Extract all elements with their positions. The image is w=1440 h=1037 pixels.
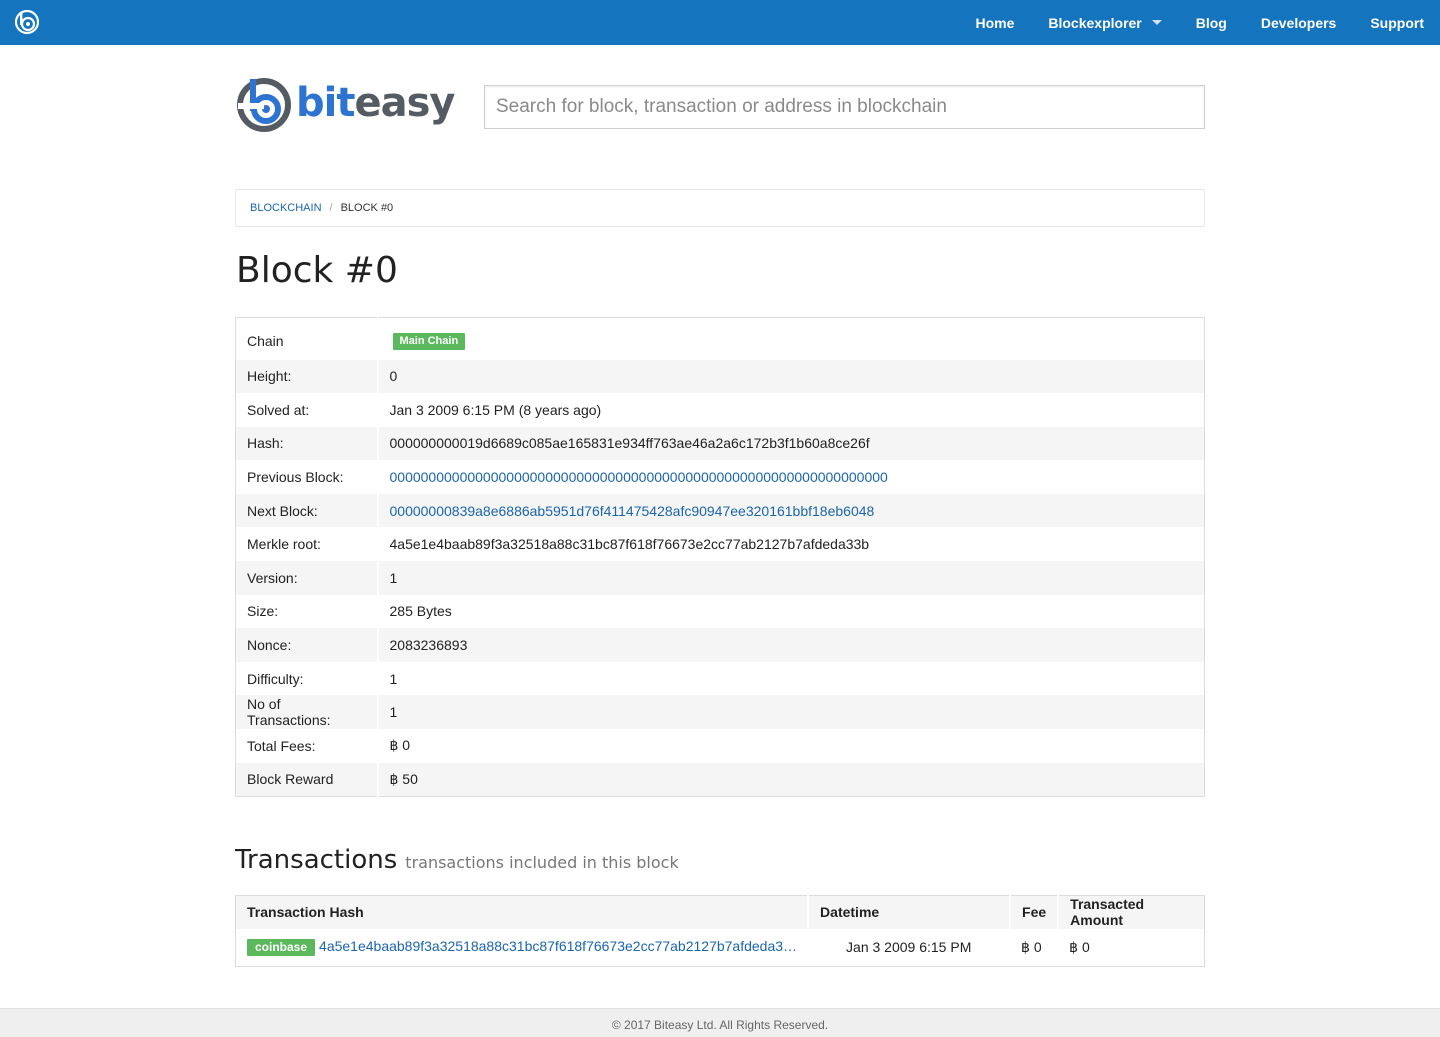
row-label: Chain bbox=[247, 332, 284, 349]
breadcrumb-current: BLOCK #0 bbox=[340, 202, 394, 214]
row-label: Previous Block: bbox=[247, 469, 344, 486]
row-merkle-root: Merkle root: 4a5e1e4baab89f3a32518a88c31b… bbox=[236, 527, 1205, 562]
brand-logo[interactable]: biteasy bbox=[236, 72, 455, 134]
footer-copyright: © 2017 Biteasy Ltd. All Rights Reserved. bbox=[611, 1018, 829, 1032]
tx-amount: ฿ 0 bbox=[1069, 938, 1090, 955]
top-navbar: Home Blockexplorer Blog Developers Suppo… bbox=[0, 0, 1440, 45]
tx-hash-link[interactable]: 4a5e1e4baab89f3a32518a88c31bc87f618f7667… bbox=[319, 938, 797, 954]
nav-home[interactable]: Home bbox=[975, 15, 1014, 31]
row-label: Merkle root: bbox=[247, 536, 321, 553]
nav-developers[interactable]: Developers bbox=[1261, 15, 1336, 31]
row-hash: Hash: 000000000019d6689c085ae165831e934ff… bbox=[235, 426, 1205, 461]
transactions-heading: Transactions transactions included in th… bbox=[235, 845, 679, 875]
coinbase-badge: coinbase bbox=[247, 939, 316, 957]
breadcrumb: BLOCKCHAIN / BLOCK #0 bbox=[235, 189, 1205, 227]
row-value: ฿ 0 bbox=[376, 729, 1205, 763]
next-block-link[interactable]: 00000000839a8e6886ab5951d76f411475428afc… bbox=[390, 503, 875, 519]
biteasy-icon[interactable] bbox=[14, 9, 40, 35]
row-value: 1 bbox=[376, 661, 1205, 696]
row-label: Difficulty: bbox=[247, 670, 304, 687]
transactions-title: Transactions bbox=[235, 845, 398, 875]
row-value: 1 bbox=[376, 561, 1205, 595]
row-nonce: Nonce: 2083236893 bbox=[235, 628, 1205, 662]
search-input[interactable] bbox=[484, 85, 1205, 129]
page-title: Block #0 bbox=[236, 250, 398, 291]
row-value: 1 bbox=[376, 695, 1205, 730]
row-label: Solved at: bbox=[247, 401, 310, 418]
row-value: 2083236893 bbox=[376, 628, 1205, 662]
row-label: Height: bbox=[235, 359, 378, 394]
row-solved-at: Solved at: Jan 3 2009 6:15 PM (8 years ag… bbox=[236, 393, 1205, 427]
row-next-block: Next Block: 00000000839a8e6886ab5951d76f4… bbox=[235, 493, 1205, 528]
row-value: Main Chain bbox=[376, 317, 1205, 360]
transactions-table: Transaction Hash Datetime Fee Transacted… bbox=[235, 895, 1205, 967]
transactions-subtitle: transactions included in this block bbox=[405, 853, 679, 872]
row-size: Size: 285 Bytes bbox=[236, 594, 1205, 629]
row-label: Next Block: bbox=[235, 493, 378, 528]
column-transaction-hash: Transaction Hash bbox=[235, 895, 810, 929]
row-num-transactions: No of Transactions: 1 bbox=[235, 695, 1205, 730]
row-total-fees: Total Fees: ฿ 0 bbox=[236, 729, 1205, 763]
nav-blog[interactable]: Blog bbox=[1196, 15, 1227, 31]
row-value: Jan 3 2009 6:15 PM (8 years ago) bbox=[376, 393, 1205, 427]
brand-wordmark-easy: easy bbox=[354, 80, 455, 126]
row-difficulty: Difficulty: 1 bbox=[236, 661, 1205, 696]
main-chain-badge: Main Chain bbox=[392, 333, 466, 351]
row-value: ฿ 50 bbox=[376, 762, 1205, 797]
row-value: 285 Bytes bbox=[376, 594, 1205, 629]
row-value: 0 bbox=[376, 359, 1205, 394]
breadcrumb-separator: / bbox=[329, 202, 333, 214]
chevron-down-icon bbox=[1151, 20, 1162, 25]
row-value: 4a5e1e4baab89f3a32518a88c31bc87f618f7667… bbox=[376, 527, 1205, 562]
table-row: coinbase 4a5e1e4baab89f3a32518a88c31bc87f… bbox=[236, 929, 1205, 967]
row-value: 000000000019d6689c085ae165831e934ff763ae… bbox=[376, 426, 1205, 461]
tx-hash-cell: coinbase 4a5e1e4baab89f3a32518a88c31bc87f… bbox=[236, 929, 809, 967]
row-label: No of Transactions: bbox=[235, 695, 378, 730]
nav-blockexplorer-label: Blockexplorer bbox=[1048, 14, 1142, 31]
row-block-reward: Block Reward ฿ 50 bbox=[235, 762, 1205, 797]
nav-blockexplorer[interactable]: Blockexplorer bbox=[1048, 14, 1162, 31]
brand-wordmark-bit: bit bbox=[296, 80, 355, 126]
column-transacted-amount: Transacted Amount bbox=[1058, 895, 1205, 929]
brand-wordmark: biteasy bbox=[296, 80, 455, 126]
nav-links: Home Blockexplorer Blog Developers Suppo… bbox=[941, 0, 1424, 45]
table-header: Transaction Hash Datetime Fee Transacted… bbox=[235, 895, 1205, 929]
row-height: Height: 0 bbox=[235, 359, 1205, 394]
tx-fee: ฿ 0 bbox=[1021, 938, 1042, 955]
row-value: 00000000839a8e6886ab5951d76f411475428afc… bbox=[376, 493, 1205, 528]
row-version: Version: 1 bbox=[235, 561, 1205, 595]
row-label: Size: bbox=[247, 603, 279, 620]
column-fee: Fee bbox=[1010, 895, 1060, 929]
nav-support[interactable]: Support bbox=[1370, 15, 1424, 31]
row-label: Block Reward bbox=[235, 762, 378, 797]
column-datetime: Datetime bbox=[808, 895, 1012, 929]
row-chain: Chain Main Chain bbox=[236, 317, 1205, 360]
row-label: Nonce: bbox=[235, 628, 378, 662]
previous-block-link[interactable]: 0000000000000000000000000000000000000000… bbox=[390, 469, 888, 485]
row-label: Hash: bbox=[235, 426, 378, 461]
footer: © 2017 Biteasy Ltd. All Rights Reserved. bbox=[0, 1008, 1440, 1037]
row-label: Total Fees: bbox=[247, 737, 316, 754]
row-label: Version: bbox=[235, 561, 378, 595]
breadcrumb-blockchain[interactable]: BLOCKCHAIN bbox=[250, 202, 322, 214]
biteasy-logo-icon bbox=[237, 78, 291, 132]
tx-datetime: Jan 3 2009 6:15 PM bbox=[846, 939, 972, 956]
row-previous-block: Previous Block: 0000000000000000000000000… bbox=[236, 460, 1205, 494]
row-value: 0000000000000000000000000000000000000000… bbox=[376, 460, 1205, 494]
block-info-table: Chain Main Chain Height: 0 Solved at: Jan … bbox=[235, 317, 1205, 797]
